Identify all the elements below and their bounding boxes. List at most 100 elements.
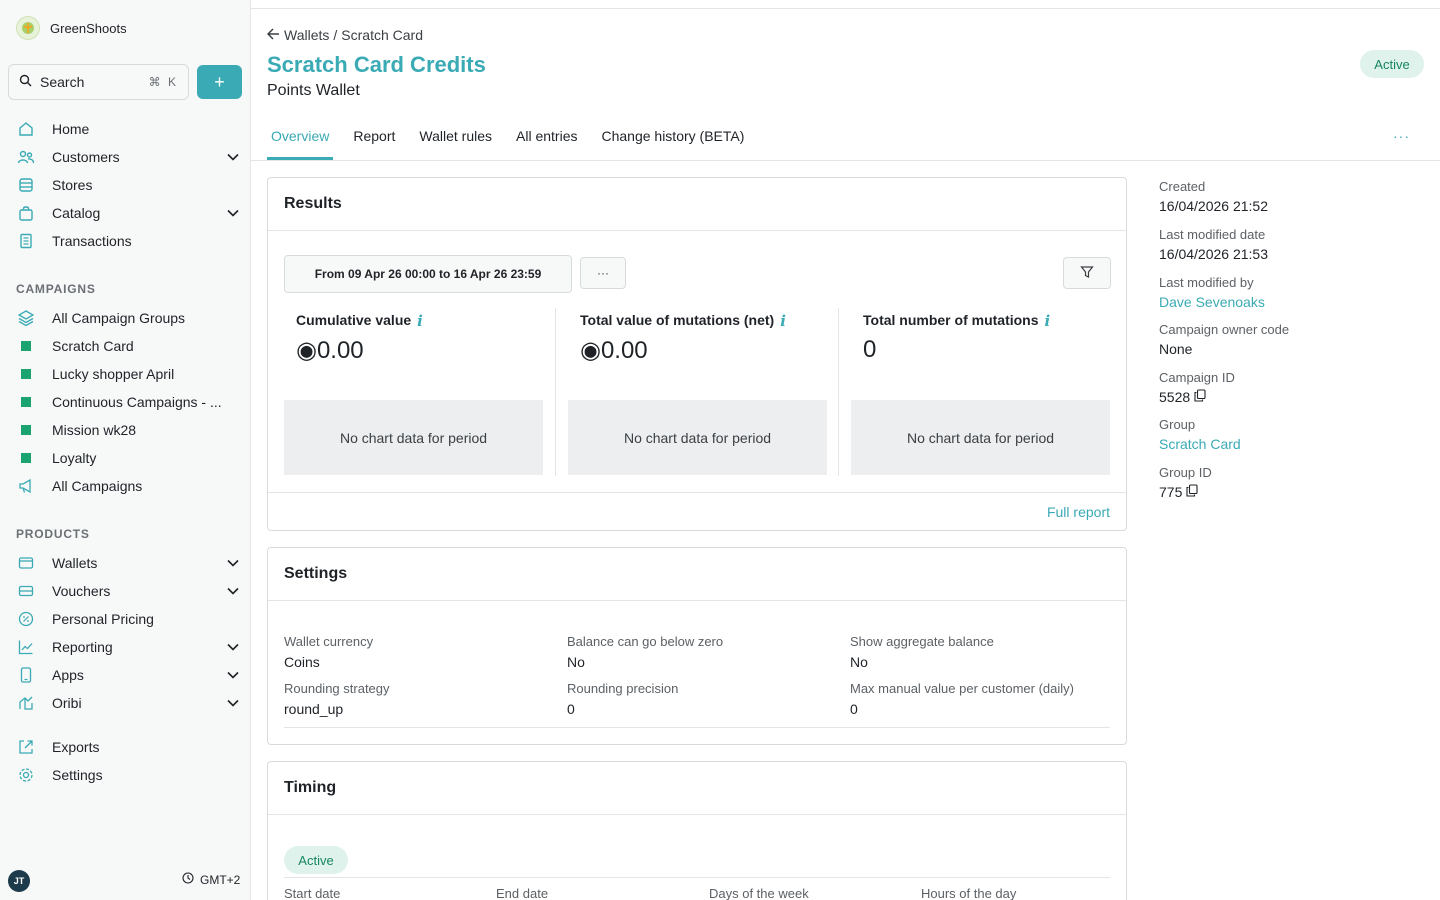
arrow-left-icon[interactable] — [266, 27, 280, 43]
info-icon[interactable]: i — [417, 312, 423, 330]
nav-campaign-mission[interactable]: Mission wk28 — [16, 416, 242, 444]
full-report-link[interactable]: Full report — [1047, 504, 1110, 520]
modified-by-link[interactable]: Dave Sevenoaks — [1159, 294, 1265, 310]
nav-label: Oribi — [52, 695, 82, 711]
tab-wallet-rules[interactable]: Wallet rules — [415, 122, 496, 160]
breadcrumb-parent[interactable]: Wallets — [284, 27, 329, 43]
meta-value: None — [1159, 341, 1193, 357]
search-input[interactable]: Search ⌘ K — [8, 64, 189, 100]
setting-label: Rounding strategy — [284, 681, 390, 696]
breadcrumb-current[interactable]: Scratch Card — [341, 27, 423, 43]
campaign-id-value: 5528 — [1159, 389, 1191, 405]
nav-exports[interactable]: Exports — [16, 733, 242, 761]
status-badge: Active — [1360, 50, 1424, 78]
results-footer-divider — [268, 492, 1126, 493]
top-divider — [251, 8, 1440, 9]
export-icon — [16, 737, 36, 757]
info-icon[interactable]: i — [780, 312, 786, 330]
nav-label: Wallets — [52, 555, 98, 571]
users-icon — [16, 147, 36, 167]
nav-label: Settings — [52, 767, 103, 783]
setting-value: Coins — [284, 654, 320, 670]
nav-label: Scratch Card — [52, 338, 134, 354]
metric-label: Total value of mutations (net) — [580, 312, 775, 328]
settings-card: Settings Wallet currency Coins Balance c… — [267, 547, 1127, 745]
range-options-button[interactable]: ··· — [580, 257, 626, 289]
nav-transactions[interactable]: Transactions — [16, 227, 242, 255]
settings-divider — [284, 727, 1110, 728]
empty-chart: No chart data for period — [568, 400, 827, 475]
nav-label: Transactions — [52, 233, 132, 249]
chevron-down-icon[interactable] — [224, 666, 242, 684]
setting-below-zero: Balance can go below zero No — [567, 634, 723, 670]
chevron-down-icon[interactable] — [224, 554, 242, 572]
nav-catalog[interactable]: Catalog — [16, 199, 242, 227]
nav-label: Personal Pricing — [52, 611, 154, 627]
meta-group: Group Scratch Card — [1159, 417, 1241, 452]
megaphone-icon — [16, 476, 36, 496]
nav-all-campaign-groups[interactable]: All Campaign Groups — [16, 304, 242, 332]
chevron-down-icon[interactable] — [224, 148, 242, 166]
nav-all-campaigns[interactable]: All Campaigns — [16, 472, 242, 500]
nav-label: Apps — [52, 667, 84, 683]
brand-logo-icon — [16, 16, 40, 40]
meta-label: Group ID — [1159, 465, 1212, 480]
chevron-down-icon[interactable] — [224, 694, 242, 712]
results-title: Results — [268, 178, 1126, 231]
breadcrumb-separator: / — [333, 27, 338, 43]
meta-value: 5528 — [1159, 389, 1235, 405]
add-button[interactable]: + — [197, 65, 242, 99]
nav-campaign-loyalty[interactable]: Loyalty — [16, 444, 242, 472]
nav-stores[interactable]: Stores — [16, 171, 242, 199]
tab-change-history[interactable]: Change history (BETA) — [597, 122, 748, 160]
nav-wallets[interactable]: Wallets — [16, 549, 242, 577]
nav-campaign-continuous[interactable]: Continuous Campaigns - ... — [16, 388, 242, 416]
metric-cumulative-value: Cumulative value i ◉0.00 No chart data f… — [284, 308, 567, 476]
setting-wallet-currency: Wallet currency Coins — [284, 634, 373, 670]
tab-overview[interactable]: Overview — [267, 122, 334, 160]
nav-label: Loyalty — [52, 450, 97, 466]
nav-vouchers[interactable]: Vouchers — [16, 577, 242, 605]
setting-label: Max manual value per customer (daily) — [850, 681, 1074, 696]
brand[interactable]: GreenShoots — [16, 16, 127, 40]
nav-apps[interactable]: Apps — [16, 661, 242, 689]
page-subtitle: Points Wallet — [267, 82, 360, 99]
nav-personal-pricing[interactable]: Personal Pricing — [16, 605, 242, 633]
chevron-down-icon[interactable] — [224, 582, 242, 600]
group-link[interactable]: Scratch Card — [1159, 436, 1241, 452]
info-icon[interactable]: i — [1045, 312, 1051, 330]
setting-value: round_up — [284, 701, 344, 717]
filter-icon — [1080, 265, 1094, 282]
nav-label: Home — [52, 121, 90, 137]
page-title: Scratch Card Credits — [267, 52, 486, 77]
line-chart-icon — [16, 637, 36, 657]
nav-label: Exports — [52, 739, 100, 755]
tab-all-entries[interactable]: All entries — [512, 122, 581, 160]
nav-oribi[interactable]: Oribi — [16, 689, 242, 717]
nav-campaign-lucky-shopper[interactable]: Lucky shopper April — [16, 360, 242, 388]
nav-campaign-scratch-card[interactable]: Scratch Card — [16, 332, 242, 360]
brand-name: GreenShoots — [50, 20, 127, 36]
nav-home[interactable]: Home — [16, 115, 242, 143]
results-card: Results From 09 Apr 26 00:00 to 16 Apr 2… — [267, 177, 1127, 531]
nav-customers[interactable]: Customers — [16, 143, 242, 171]
more-options-button[interactable]: ··· — [1393, 128, 1410, 144]
chevron-down-icon[interactable] — [224, 638, 242, 656]
copy-icon[interactable] — [1194, 389, 1206, 405]
meta-label: Group — [1159, 417, 1196, 432]
metric-title: Cumulative value i — [296, 312, 423, 330]
nav-reporting[interactable]: Reporting — [16, 633, 242, 661]
timezone-selector[interactable]: GMT+2 — [182, 872, 240, 887]
setting-label: Show aggregate balance — [850, 634, 994, 649]
avatar[interactable]: JT — [8, 870, 30, 892]
copy-icon[interactable] — [1186, 484, 1198, 500]
settings-title: Settings — [268, 548, 1126, 601]
nav-settings[interactable]: Settings — [16, 761, 242, 789]
date-range-button[interactable]: From 09 Apr 26 00:00 to 16 Apr 26 23:59 — [284, 255, 572, 293]
timezone-label: GMT+2 — [200, 872, 241, 887]
filter-button[interactable] — [1063, 257, 1111, 289]
chevron-down-icon[interactable] — [224, 204, 242, 222]
metric-mutation-count: Total number of mutations i 0 No chart d… — [851, 308, 1134, 476]
campaign-square-icon — [16, 420, 36, 440]
tab-report[interactable]: Report — [349, 122, 399, 160]
